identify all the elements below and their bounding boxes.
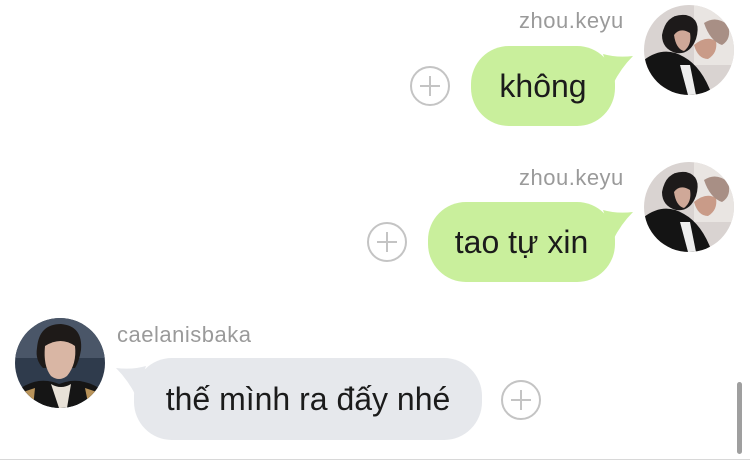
message-text: thế mình ra đấy nhé <box>165 380 451 417</box>
message-text: tao tự xin <box>454 223 589 260</box>
scrollbar[interactable] <box>737 382 742 454</box>
avatar[interactable] <box>644 162 734 252</box>
avatar[interactable] <box>644 5 734 95</box>
message-username: zhou.keyu <box>519 8 624 33</box>
message-username: zhou.keyu <box>519 165 624 190</box>
add-reaction-button[interactable] <box>410 66 450 106</box>
divider <box>0 459 750 460</box>
message-bubble[interactable]: không <box>471 46 633 126</box>
message-bubble[interactable]: tao tự xin <box>428 202 633 282</box>
chat-view: zhou.keyu không zhou.keyu tao tự xin cae… <box>0 0 750 463</box>
add-reaction-button[interactable] <box>501 380 541 420</box>
bubble-tail-icon <box>603 54 633 84</box>
add-reaction-button[interactable] <box>367 222 407 262</box>
message-username: caelanisbaka <box>117 322 252 347</box>
message-text: không <box>499 67 587 104</box>
message-bubble[interactable]: thế mình ra đấy nhé <box>116 358 482 440</box>
bubble-tail-icon <box>603 210 633 240</box>
bubble-tail-icon <box>116 366 146 396</box>
avatar[interactable] <box>15 318 105 408</box>
